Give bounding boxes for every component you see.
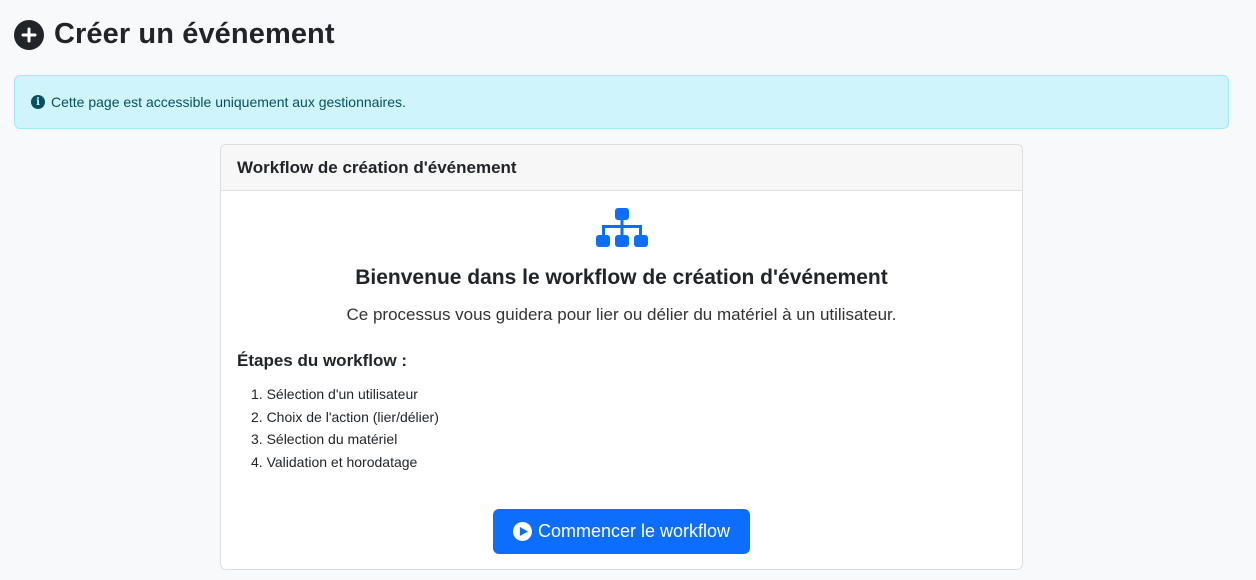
info-alert: i Cette page est accessible uniquement a… [14,75,1229,129]
workflow-card: Workflow de création d'événement Bienven… [220,144,1023,570]
welcome-title: Bienvenue dans le workflow de création d… [355,266,888,289]
alert-text: Cette page est accessible uniquement aux… [51,94,406,110]
card-body: Bienvenue dans le workflow de création d… [221,191,1022,569]
steps-list: 1. Sélection d'un utilisateur 2. Choix d… [251,383,439,474]
start-workflow-button[interactable]: Commencer le workflow [493,509,750,554]
plus-circle-icon [14,19,44,50]
sitemap-icon [596,208,648,247]
info-circle-icon: i [31,95,45,109]
step-item: 2. Choix de l'action (lier/délier) [251,408,439,425]
start-workflow-label: Commencer le workflow [537,521,731,541]
page-title: Créer un événement [54,18,335,50]
steps-title: Étapes du workflow : [237,351,408,370]
page-header: Créer un événement [14,18,335,51]
card-header: Workflow de création d'événement [221,145,1022,191]
step-item: 1. Sélection d'un utilisateur [251,386,418,402]
welcome-subtitle: Ce processus vous guidera pour lier ou d… [346,305,897,324]
play-circle-icon [512,522,532,541]
step-item: 3. Sélection du matériel [251,431,398,448]
step-item: 4. Validation et horodatage [251,454,418,471]
